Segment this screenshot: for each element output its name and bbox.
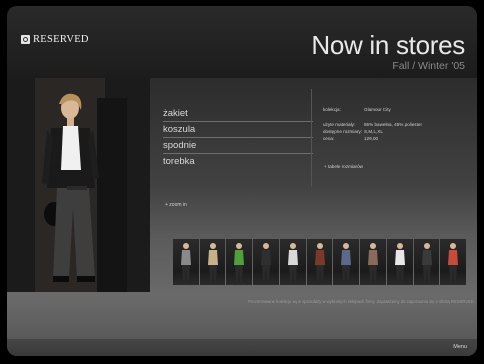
footer-note: Prezentowane kolekcje są w sprzedaży w w… [248, 299, 475, 304]
look-thumbnail[interactable] [306, 239, 333, 285]
look-thumbnail[interactable] [386, 239, 413, 285]
detail-row-collection: kolekcja: Glamour City [323, 106, 473, 113]
garment-menu: żakiet koszula spodnie torebka [163, 106, 313, 169]
detail-value: S,M,L,XL [364, 129, 383, 134]
main-frame: RESERVED Now in stores Fall / Winter '05 [7, 6, 477, 356]
look-thumbnail[interactable] [279, 239, 306, 285]
look-thumbnail[interactable] [226, 239, 253, 285]
detail-value: Glamour City [364, 107, 391, 112]
look-thumbnail[interactable] [253, 239, 279, 285]
look-thumbnails [173, 239, 467, 285]
detail-label: cena: [323, 136, 335, 141]
detail-value: 129,00 [364, 136, 379, 141]
menu-item-koszula[interactable]: koszula [163, 122, 313, 138]
detail-label: dostępne rozmiary: [323, 129, 363, 134]
look-thumbnail[interactable] [333, 239, 360, 285]
page: RESERVED Now in stores Fall / Winter '05 [0, 0, 484, 364]
brand-name: RESERVED [33, 34, 89, 45]
brand-logo[interactable]: RESERVED [21, 34, 89, 45]
detail-row-sizes: dostępne rozmiary: S,M,L,XL [323, 128, 473, 135]
bottom-bar: Menu [7, 339, 477, 356]
look-thumbnail[interactable] [440, 239, 467, 285]
model-photo [7, 78, 150, 292]
page-title: Now in stores [311, 30, 465, 60]
zoom-in-link[interactable]: + zoom in [165, 202, 187, 208]
detail-row-price: cena: 129,00 [323, 135, 473, 142]
detail-row-materials: użyte materiały: 55% bawełna, 45% polies… [323, 121, 473, 128]
season-subtitle: Fall / Winter '05 [392, 60, 465, 72]
size-table-link[interactable]: + tabele rozmiarów [324, 164, 363, 169]
look-thumbnail[interactable] [199, 239, 226, 285]
menu-item-spodnie[interactable]: spodnie [163, 138, 313, 154]
look-thumbnail[interactable] [173, 239, 199, 285]
menu-item-zakiet[interactable]: żakiet [163, 106, 313, 122]
product-details: kolekcja: Glamour City użyte materiały: … [323, 106, 473, 142]
header: RESERVED Now in stores Fall / Winter '05 [7, 6, 477, 78]
menu-item-torebka[interactable]: torebka [163, 154, 313, 169]
look-thumbnail[interactable] [413, 239, 440, 285]
detail-value: 55% bawełna, 45% poliester [364, 122, 422, 127]
divider [311, 89, 312, 187]
detail-label: kolekcja: [323, 107, 341, 112]
detail-label: użyte materiały: [323, 122, 356, 127]
menu-link[interactable]: Menu [453, 344, 467, 350]
look-thumbnail[interactable] [360, 239, 386, 285]
reserved-logo-icon [21, 35, 30, 44]
